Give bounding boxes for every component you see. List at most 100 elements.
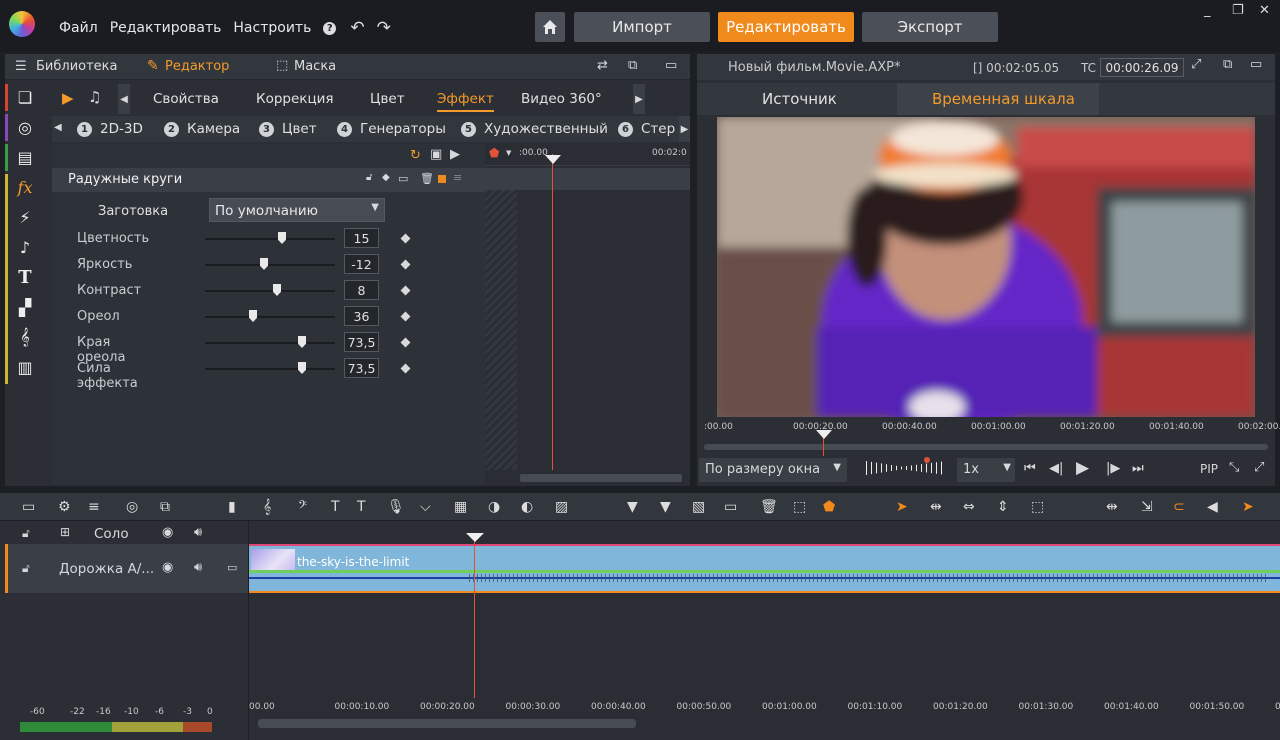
step-forward-icon[interactable]: |▶︎ xyxy=(1106,461,1120,476)
roll-icon[interactable]: ⇕ xyxy=(997,499,1009,515)
stabilize-icon[interactable]: ▨ xyxy=(555,499,568,515)
mic-icon[interactable]: 🎙︎ xyxy=(387,499,405,515)
trash-icon[interactable]: 🗑︎ xyxy=(760,499,778,515)
tabs-scroll-right[interactable]: ▶ xyxy=(633,84,645,114)
tab-properties[interactable]: Свойства xyxy=(153,91,219,107)
home-button[interactable] xyxy=(535,12,565,42)
param-slider[interactable] xyxy=(205,310,335,322)
menu-file[interactable]: Файл xyxy=(59,20,98,36)
menu-setup[interactable]: Настроить xyxy=(233,20,311,36)
param-value-field[interactable]: 73,5 xyxy=(344,332,379,352)
keyframe-icon[interactable]: ◆ xyxy=(382,172,390,183)
ripple-icon[interactable]: ➤ xyxy=(1242,499,1254,515)
snapshot-icon[interactable]: ⬚ xyxy=(793,499,806,515)
audio-fx-icon[interactable]: ♫ xyxy=(88,88,101,106)
marker-left-icon[interactable]: ▼ xyxy=(627,499,638,515)
tab-mask[interactable]: Маска xyxy=(294,59,336,74)
category-4[interactable]: 4 Генераторы xyxy=(337,121,446,137)
category-6[interactable]: 6 Стер xyxy=(618,121,675,137)
fullscreen-icon[interactable]: ⤢ xyxy=(1191,57,1201,72)
fx-icon[interactable]: fx xyxy=(5,174,45,200)
param-slider[interactable] xyxy=(205,336,335,348)
delete-icon[interactable]: 🗑︎ xyxy=(420,172,434,185)
volume-knob[interactable] xyxy=(924,457,930,463)
tabs-scroll-left[interactable]: ◀ xyxy=(118,84,130,114)
music-icon[interactable]: ♪ xyxy=(5,234,45,260)
category-3[interactable]: 3 Цвет xyxy=(259,121,317,137)
storyboard-icon[interactable]: ▭ xyxy=(22,499,35,515)
clef-icon[interactable]: 𝄞 xyxy=(263,499,271,515)
film-reel-icon[interactable]: ◎ xyxy=(5,114,45,140)
reset-icon[interactable]: ↻ xyxy=(410,148,421,163)
stack-icon[interactable]: ▤ xyxy=(5,144,45,170)
redo-icon[interactable]: ↷ xyxy=(377,18,391,38)
marker-right-icon[interactable]: ▼ xyxy=(660,499,671,515)
enable-toggle[interactable] xyxy=(438,175,446,183)
param-slider[interactable] xyxy=(205,362,335,374)
undo-icon[interactable]: ↶ xyxy=(350,18,364,38)
param-value-field[interactable]: 73,5 xyxy=(344,358,379,378)
select-tool-icon[interactable]: ➤ xyxy=(896,499,908,515)
tab-color[interactable]: Цвет xyxy=(370,91,405,107)
step-back-icon[interactable]: ◀︎| xyxy=(1049,461,1063,476)
disc-icon[interactable]: ◎ xyxy=(126,499,138,515)
track-lock-icon[interactable]: 🔓︎ xyxy=(22,561,30,576)
video-preview[interactable] xyxy=(717,117,1255,417)
preset-dropdown[interactable]: По умолчанию ▼ xyxy=(209,198,385,222)
timeline-playhead[interactable] xyxy=(474,538,475,708)
montage-icon[interactable]: ▞ xyxy=(5,294,45,320)
title-text-icon[interactable]: T xyxy=(331,499,340,515)
go-end-icon[interactable]: ⏭ xyxy=(1132,461,1144,476)
param-value-field[interactable]: 36 xyxy=(344,306,379,326)
swap-icon[interactable]: ⇄ xyxy=(597,58,608,73)
blend-icon[interactable]: ◐ xyxy=(521,499,533,515)
categories-scroll-left[interactable]: ◀ xyxy=(54,122,62,133)
color-wheel-icon[interactable]: ◑ xyxy=(488,499,500,515)
solo-label[interactable]: Соло xyxy=(94,526,129,542)
track-volume-icon[interactable]: 🔊︎ xyxy=(194,560,202,575)
transition-icon[interactable]: ⌵ xyxy=(420,499,431,515)
categories-scroll-right[interactable]: ▶ xyxy=(679,116,690,142)
grid-icon[interactable]: ▦ xyxy=(454,499,467,515)
timecode-field[interactable]: 00:00:26.09 xyxy=(1100,58,1184,77)
popout-player-icon[interactable]: ⧉ xyxy=(1223,57,1232,72)
marker-icon[interactable]: ⬟ xyxy=(823,499,835,515)
tab-source[interactable]: Источник xyxy=(762,90,837,108)
go-start-icon[interactable]: ⏮ xyxy=(1024,461,1036,476)
param-slider[interactable] xyxy=(205,258,335,270)
export-button[interactable]: Экспорт xyxy=(862,12,998,42)
player-scrub-track[interactable] xyxy=(704,444,1268,450)
track-options-icon[interactable]: ≡ xyxy=(88,499,100,515)
trim-icon[interactable]: ⇹ xyxy=(930,499,942,515)
title-icon[interactable]: T xyxy=(5,264,45,290)
split-screen-icon[interactable]: ⇹ xyxy=(1106,499,1118,515)
marker-dropdown-icon[interactable]: ▼ xyxy=(506,149,511,157)
param-value-field[interactable]: 15 xyxy=(344,228,379,248)
export-frame-icon[interactable]: ⧉ xyxy=(160,499,170,515)
drag-handle-icon[interactable]: ≡ xyxy=(453,171,462,184)
tab-correction[interactable]: Коррекция xyxy=(256,91,334,107)
lock-icon[interactable]: 🔓︎ xyxy=(366,172,372,183)
title-3d-icon[interactable]: T xyxy=(357,499,366,515)
track-name[interactable]: Дорожка A/... xyxy=(59,561,154,577)
tab-timeline[interactable]: Временная шкала xyxy=(932,90,1075,108)
kf-scrollbar[interactable] xyxy=(520,474,682,482)
track-monitor-icon[interactable]: ▭ xyxy=(227,561,237,574)
tab-effect[interactable]: Эффект xyxy=(437,91,494,112)
timeline-scrollbar[interactable] xyxy=(258,719,636,728)
razor-icon[interactable]: ▭ xyxy=(724,499,737,515)
layout-icon[interactable]: ▭ xyxy=(665,58,677,73)
timeline-clip[interactable]: the-sky-is-the-limit xyxy=(249,544,1280,593)
tab-library[interactable]: Библиотека xyxy=(36,59,118,74)
speed-dropdown[interactable]: 1x ▼ xyxy=(957,458,1015,482)
effect-header[interactable]: Радужные круги 🔓︎ ◆ ▭ 🗑︎ ≡ xyxy=(52,168,485,192)
magnet-icon[interactable]: ⊂ xyxy=(1173,499,1185,515)
video-fx-icon[interactable]: ▶ xyxy=(62,89,74,107)
piano-icon[interactable]: ▥ xyxy=(5,354,45,380)
category-1[interactable]: 1 2D-3D xyxy=(77,121,143,137)
category-5[interactable]: 5 Художественный xyxy=(461,121,608,137)
marker-icon[interactable]: ⬟ xyxy=(489,146,499,160)
fit-icon[interactable]: ⬚ xyxy=(1031,499,1044,515)
split-icon[interactable]: ▧ xyxy=(692,499,705,515)
help-icon[interactable]: ? xyxy=(323,21,337,35)
